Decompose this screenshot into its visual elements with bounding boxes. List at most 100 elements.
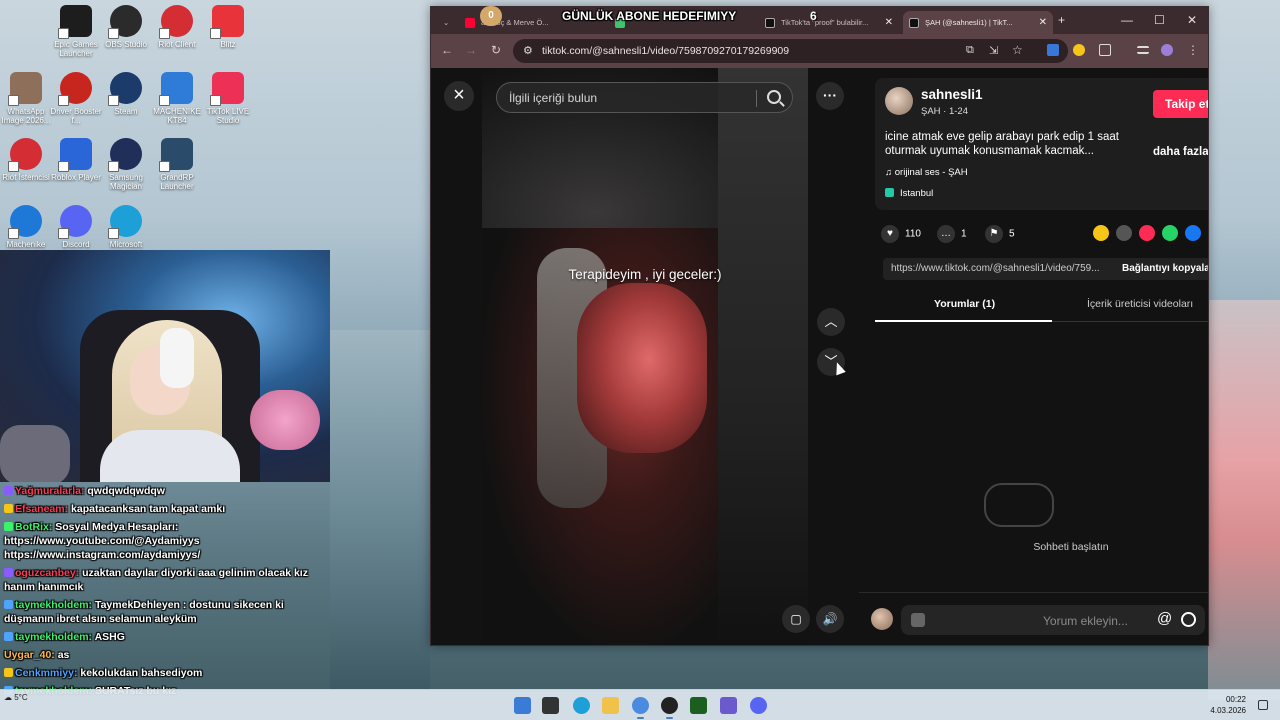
- notification-icon[interactable]: [1258, 700, 1268, 710]
- desktop-icon-edge[interactable]: Microsoft: [100, 205, 152, 249]
- discord-icon[interactable]: [750, 697, 767, 714]
- new-tab-button[interactable]: +: [1058, 13, 1065, 27]
- location-pin-icon: [885, 188, 894, 197]
- follow-button[interactable]: Takip et: [1153, 90, 1208, 118]
- share-link-box: https://www.tiktok.com/@sahnesli1/video/…: [883, 258, 1208, 280]
- share-link-url[interactable]: https://www.tiktok.com/@sahnesli1/video/…: [891, 263, 1100, 274]
- desktop-icon-steam[interactable]: Steam: [100, 72, 152, 116]
- music-link[interactable]: ♫ orijinal ses - ŞAH: [885, 167, 968, 178]
- send-icon[interactable]: [1139, 225, 1155, 241]
- emoji-icon[interactable]: [1181, 612, 1196, 627]
- chat-username: taymekholdem:: [15, 631, 93, 643]
- location-link[interactable]: Istanbul: [885, 188, 933, 199]
- close-video-button[interactable]: ×: [444, 81, 474, 111]
- desktop-icon-riot-istemcisi[interactable]: Riot İstemcisi: [0, 138, 52, 182]
- desktop-icon-riot[interactable]: Riot Client: [151, 5, 203, 49]
- desktop-icon-grandrp[interactable]: GrandRP Launcher: [151, 138, 203, 191]
- extensions-puzzle-icon[interactable]: [1099, 44, 1111, 56]
- media-control-icon[interactable]: [1137, 46, 1149, 54]
- avatar[interactable]: [885, 87, 913, 115]
- install-app-icon[interactable]: ⇲: [989, 44, 998, 57]
- grandrp-icon: [159, 138, 193, 172]
- weather-widget[interactable]: ☁ 5°C: [4, 693, 28, 702]
- wallpaper-hill: [330, 330, 430, 690]
- desktop-icon-roblox[interactable]: Roblox Player: [50, 138, 102, 182]
- related-search-input[interactable]: [509, 89, 749, 107]
- chat-message: oguzcanbey: uzaktan dayılar diyorki aaa …: [0, 564, 330, 596]
- close-window-icon[interactable]: ✕: [1187, 13, 1197, 27]
- embed-icon[interactable]: [1116, 225, 1132, 241]
- menu-kebab-icon[interactable]: ⋮: [1187, 43, 1199, 57]
- chat-message: taymekholdem: ASHG: [0, 628, 330, 646]
- bookmark-icon: ⚑: [985, 225, 1003, 243]
- video-player[interactable]: [482, 68, 808, 645]
- desktop-icon-discord[interactable]: Discord: [50, 205, 102, 249]
- desktop-icon-epic[interactable]: Epic Games Launcher: [50, 5, 102, 58]
- gift-icon[interactable]: [911, 613, 925, 627]
- close-tab-icon[interactable]: ✕: [885, 17, 893, 28]
- desktop-icon-machenike[interactable]: Machenike: [0, 205, 52, 249]
- like-button[interactable]: ♥ 110: [881, 225, 921, 243]
- close-tab-icon[interactable]: ✕: [1039, 17, 1047, 28]
- clock[interactable]: 00:22 4.03.2026: [1210, 694, 1246, 716]
- reload-icon[interactable]: ↻: [491, 43, 501, 57]
- tab-tiktok-video[interactable]: ŞAH (@sahnesli1) | TikT... ✕: [903, 11, 1053, 34]
- headset: [160, 328, 194, 388]
- comment-icon: …: [937, 225, 955, 243]
- more-options-button[interactable]: ···: [816, 82, 844, 110]
- address-bar[interactable]: ⚙ tiktok.com/@sahnesli1/video/7598709270…: [513, 39, 1068, 63]
- profile-avatar-icon[interactable]: [1161, 44, 1173, 56]
- file-explorer-icon[interactable]: [602, 697, 619, 714]
- desktop-icon-driver-booster[interactable]: Driver Booster f...: [50, 72, 102, 125]
- tiktok-page: Terapideyim , iyi geceler:) × ··· ︿ ﹀ ▢ …: [431, 68, 1208, 645]
- volume-button[interactable]: 🔊: [816, 605, 844, 633]
- desktop-icon-machenike-kt84[interactable]: MACHENIKE KT84: [151, 72, 203, 125]
- tab-creator-videos[interactable]: İçerik üreticisi videoları: [1087, 298, 1193, 310]
- chrome-icon[interactable]: [632, 697, 649, 719]
- chat-username: Yağmuralarla:: [15, 485, 85, 497]
- comment-input-box: @: [901, 605, 1205, 635]
- badge-icon: [4, 668, 13, 677]
- app-icon[interactable]: [690, 697, 707, 714]
- edge-icon[interactable]: [573, 697, 590, 714]
- forward-icon[interactable]: →: [465, 43, 477, 57]
- extension-icon[interactable]: [1073, 44, 1085, 56]
- start-icon[interactable]: [514, 697, 531, 714]
- site-info-icon[interactable]: ⚙: [523, 44, 533, 57]
- comment-button[interactable]: … 1: [937, 225, 967, 243]
- copy-link-button[interactable]: Bağlantıyı kopyala: [1122, 263, 1208, 274]
- subscriber-goal-banner: 0 GÜNLÜK ABONE HEDEFIMIYY 6: [480, 6, 817, 28]
- obs-icon[interactable]: [661, 697, 678, 719]
- author-username[interactable]: sahnesli1: [921, 87, 983, 102]
- app-icon[interactable]: [720, 697, 737, 714]
- more-link[interactable]: daha fazla: [1153, 146, 1208, 158]
- comment-input[interactable]: [1043, 612, 1143, 629]
- desktop-icon-samsung-magician[interactable]: Samsung Magician: [100, 138, 152, 191]
- desktop-icon-tiktok-live[interactable]: TikTok LIVE Studio: [202, 72, 254, 125]
- desktop-icon-obs[interactable]: OBS Studio: [100, 5, 152, 49]
- extension-icon[interactable]: [1047, 44, 1059, 56]
- tab-list-button[interactable]: ⌄: [435, 11, 457, 34]
- facebook-icon[interactable]: [1185, 225, 1201, 241]
- whatsapp-icon[interactable]: [1162, 225, 1178, 241]
- bookmark-star-icon[interactable]: ☆: [1012, 43, 1023, 57]
- repost-icon[interactable]: [1093, 225, 1109, 241]
- translate-icon[interactable]: ⧉: [966, 44, 974, 57]
- back-icon[interactable]: ←: [441, 43, 453, 57]
- chat-message: Uygar_40: as: [0, 646, 330, 664]
- minimize-icon[interactable]: —: [1121, 13, 1133, 27]
- maximize-icon[interactable]: ☐: [1154, 13, 1165, 27]
- save-button[interactable]: ⚑ 5: [985, 225, 1015, 243]
- mention-icon[interactable]: @: [1157, 610, 1172, 627]
- tab-comments[interactable]: Yorumlar (1): [934, 298, 995, 310]
- task-view-icon[interactable]: [542, 697, 559, 714]
- chat-username: BotRix:: [15, 521, 53, 533]
- desktop-icon-whatsapp-image[interactable]: WhatsApp Image 2026...: [0, 72, 52, 125]
- search-icon[interactable]: [767, 90, 781, 104]
- chat-username: taymekholdem:: [15, 599, 93, 611]
- picture-in-picture-button[interactable]: ▢: [782, 605, 810, 633]
- desktop-icon-blitz[interactable]: Blitz: [202, 5, 254, 49]
- video-area: Terapideyim , iyi geceler:) × ··· ︿ ﹀ ▢ …: [431, 68, 859, 645]
- chevron-down-icon: ⌄: [443, 18, 450, 27]
- previous-video-button[interactable]: ︿: [817, 308, 845, 336]
